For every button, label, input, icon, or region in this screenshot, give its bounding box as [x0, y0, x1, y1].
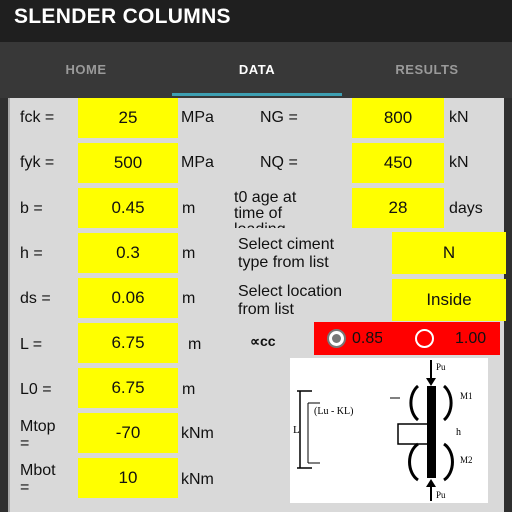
- app-title: SLENDER COLUMNS: [0, 0, 512, 42]
- ds-label: ds =: [20, 290, 51, 307]
- fck-input[interactable]: 25: [78, 98, 178, 138]
- nq-unit: kN: [449, 154, 469, 171]
- tab-data[interactable]: DATA: [172, 42, 342, 98]
- b-unit: m: [182, 200, 196, 217]
- alpha-cc-option-100: 1.00: [455, 330, 487, 347]
- diagram-top-moment: M1: [460, 391, 473, 401]
- fyk-unit: MPa: [181, 154, 214, 171]
- mtop-label-line1: Mtop: [20, 418, 56, 435]
- diagram-length-label: L: [293, 424, 300, 436]
- location-select[interactable]: Inside: [392, 279, 506, 321]
- ciment-type-select[interactable]: N: [392, 232, 506, 274]
- h-input[interactable]: 0.3: [78, 233, 178, 273]
- fyk-input[interactable]: 500: [78, 143, 178, 183]
- fck-label: fck =: [20, 109, 55, 126]
- mbot-label: Mbot =: [20, 462, 56, 496]
- location-label-line2: from list: [238, 301, 294, 318]
- fck-unit: MPa: [181, 109, 214, 126]
- l-label: L =: [20, 336, 43, 353]
- t0-input[interactable]: 28: [352, 188, 444, 228]
- mbot-unit: kNm: [181, 471, 214, 488]
- mbot-label-line1: Mbot: [20, 462, 56, 479]
- t0-label-line2: time of: [234, 205, 283, 222]
- ng-label: NG =: [260, 109, 298, 126]
- active-tab-indicator: [172, 93, 342, 96]
- ds-unit: m: [182, 290, 196, 307]
- t0-unit: days: [449, 200, 483, 217]
- mtop-input[interactable]: -70: [78, 413, 178, 453]
- l-unit: m: [188, 336, 202, 353]
- b-label: b =: [20, 200, 43, 217]
- alpha-cc-radio-group: 0.85 1.00: [314, 322, 500, 355]
- column-diagram: L (Lu - KL) Pu Pu M1 M2 h: [290, 358, 488, 503]
- t0-label-line1: t0 age at: [234, 190, 297, 206]
- alpha-cc-label: ∝cc: [250, 333, 276, 349]
- mbot-label-line2: =: [20, 479, 30, 496]
- ciment-type-label-line1: Select ciment: [238, 236, 335, 253]
- mtop-unit: kNm: [181, 425, 214, 442]
- b-input[interactable]: 0.45: [78, 188, 178, 228]
- h-label: h =: [20, 245, 43, 262]
- nq-input[interactable]: 450: [352, 143, 444, 183]
- diagram-offset-label: (Lu - KL): [314, 406, 353, 417]
- mbot-input[interactable]: 10: [78, 458, 178, 498]
- alpha-cc-radio-085[interactable]: [327, 329, 346, 348]
- location-label-line1: Select location: [238, 283, 343, 300]
- ng-input[interactable]: 800: [352, 98, 444, 138]
- ciment-type-label: Select ciment type from list: [238, 236, 334, 272]
- mtop-label: Mtop =: [20, 418, 56, 452]
- nq-label: NQ =: [260, 154, 298, 171]
- tab-bar: HOME DATA RESULTS: [0, 42, 512, 98]
- ciment-type-label-line2: type from list: [238, 254, 329, 271]
- ng-unit: kN: [449, 109, 469, 126]
- l-input[interactable]: 6.75: [78, 323, 178, 363]
- tab-results[interactable]: RESULTS: [342, 42, 512, 98]
- t0-label: t0 age at time of loading: [234, 190, 346, 228]
- diagram-bottom-load: Pu: [436, 490, 446, 500]
- alpha-cc-option-085: 0.85: [352, 330, 382, 347]
- column-diagram-svg: L (Lu - KL) Pu Pu M1 M2 h: [293, 360, 473, 501]
- l0-label: L0 =: [20, 381, 52, 398]
- diagram-bottom-moment: M2: [460, 455, 473, 465]
- location-label: Select location from list: [238, 283, 342, 319]
- h-unit: m: [182, 245, 196, 262]
- fyk-label: fyk =: [20, 154, 55, 171]
- diagram-section-label: h: [456, 427, 461, 438]
- ds-input[interactable]: 0.06: [78, 278, 178, 318]
- diagram-top-load: Pu: [436, 362, 446, 372]
- l0-input[interactable]: 6.75: [78, 368, 178, 408]
- t0-label-line3: loading: [234, 222, 346, 229]
- mtop-label-line2: =: [20, 435, 30, 452]
- l0-unit: m: [182, 381, 196, 398]
- tab-home[interactable]: HOME: [0, 42, 172, 98]
- alpha-cc-radio-100[interactable]: [415, 329, 434, 348]
